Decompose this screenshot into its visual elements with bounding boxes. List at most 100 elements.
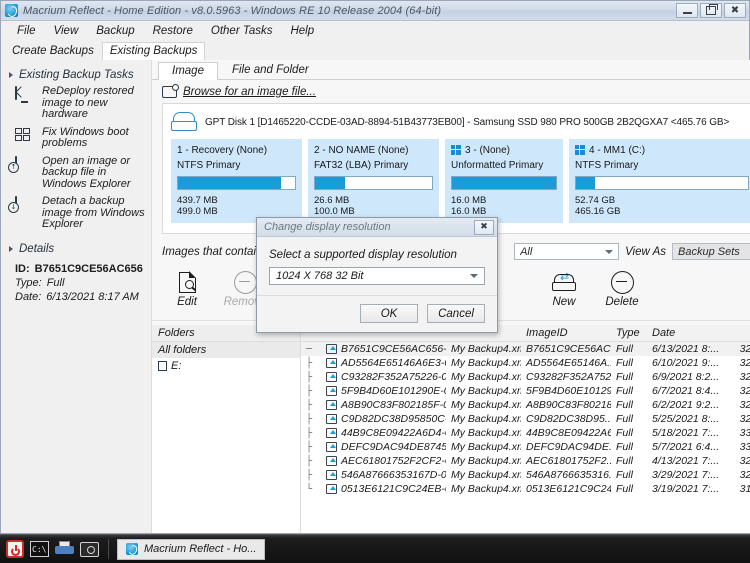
menu-help[interactable]: Help (281, 23, 323, 39)
chevron-right-icon (9, 72, 13, 78)
cell-name: ├AD5564E65146A6E3-00-... (306, 357, 446, 369)
backup-file-icon (326, 400, 337, 410)
dialog-footer: OK Cancel (257, 295, 497, 332)
camera-icon[interactable] (79, 539, 100, 560)
edit-button[interactable]: Edit (160, 268, 214, 308)
sidebar-item-mount-image[interactable]: ↑ Open an image or backup file in Window… (1, 153, 151, 194)
backup-file-icon (326, 358, 337, 368)
browse-for-image-row[interactable]: Browse for an image file... (152, 80, 750, 103)
folder-row-e-drive[interactable]: E: (152, 358, 300, 374)
view-as-dropdown[interactable]: Backup Sets (672, 243, 750, 260)
table-row[interactable]: ├A8B90C83F802185F-00-... My Backup4.xml … (301, 398, 750, 412)
cell-imageid: 5F9B4D60E10129... (526, 385, 611, 397)
desktop-background: Macrium Reflect - Home Edition - v8.0.59… (0, 0, 750, 563)
cell-date: 6/2/2021 9:2... (652, 399, 720, 411)
cell-size: 32.80 GB (739, 371, 750, 383)
dialog-instruction-label: Select a supported display resolution (269, 249, 457, 261)
table-row[interactable]: ├C93282F352A75226-00-... My Backup4.xml … (301, 370, 750, 384)
table-row[interactable]: ├AD5564E65146A6E3-00-... My Backup4.xml … (301, 356, 750, 370)
partition-1-used: 439.7 MB (177, 195, 218, 206)
table-row[interactable]: └0513E6121C9C24EB-00-... My Backup4.xml … (301, 482, 750, 496)
sidebar-item-detach-image[interactable]: ↓ Detach a backup image from Windows Exp… (1, 193, 151, 234)
chevron-down-icon (470, 274, 478, 278)
disk-panel[interactable]: GPT Disk 1 [D1465220-CCDE-03AD-8894-51B4… (162, 103, 750, 234)
tab-image[interactable]: Image (158, 62, 218, 80)
taskbar: C:\ Macrium Reflect - Ho... (0, 534, 750, 563)
backup-file-icon (326, 428, 337, 438)
partition-2[interactable]: 2 - NO NAME (None) FAT32 (LBA) Primary 2… (308, 139, 439, 223)
sidebar-section-tasks-header[interactable]: Existing Backup Tasks (1, 67, 151, 83)
tab-create-backups[interactable]: Create Backups (4, 42, 102, 60)
col-type[interactable]: Type (611, 325, 647, 342)
partition-2-name: 2 - NO NAME (None) (314, 144, 409, 156)
browse-folder-icon (162, 84, 179, 98)
cell-name: ├AEC61801752F2CF2-00-... (306, 455, 446, 467)
partition-3-total: 16.0 MB (451, 206, 487, 217)
menu-backup[interactable]: Backup (87, 23, 143, 39)
table-row[interactable]: ├DEFC9DAC94DE8745-0... My Backup4.xml DE… (301, 440, 750, 454)
partition-list: 1 - Recovery (None) NTFS Primary 439.7 M… (171, 139, 750, 223)
table-row[interactable]: ├44B9C8E09422A6D4-00... My Backup4.xml 4… (301, 426, 750, 440)
command-prompt-icon[interactable]: C:\ (29, 539, 50, 560)
folder-row-all-folders[interactable]: All folders (152, 342, 300, 358)
file-list-pane[interactable]: ImageID Type Date Size ─B7651C9CE56AC656… (301, 325, 750, 533)
cell-type: Full (616, 469, 633, 481)
dialog-title: Change display resolution (264, 221, 391, 233)
menu-other-tasks[interactable]: Other Tasks (202, 23, 282, 39)
browse-for-image-link[interactable]: Browse for an image file... (183, 86, 316, 98)
table-row[interactable]: ├C9D82DC38D95850C-0... My Backup4.xml C9… (301, 412, 750, 426)
new-button[interactable]: ⇄ New (537, 268, 591, 308)
sidebar-section-details-header[interactable]: Details (1, 241, 151, 257)
checkbox-icon[interactable] (158, 361, 167, 371)
ok-button[interactable]: OK (360, 304, 418, 323)
dialog-close-button[interactable]: ✖ (474, 219, 494, 235)
cell-date: 3/29/2021 7:... (652, 469, 720, 481)
tab-file-and-folder[interactable]: File and Folder (218, 61, 323, 79)
taskbar-app-macrium[interactable]: Macrium Reflect - Ho... (117, 538, 266, 560)
partition-3-name: 3 - (None) (465, 144, 511, 156)
partition-1-sizes: 439.7 MB 499.0 MB (177, 195, 296, 217)
menubar: File View Backup Restore Other Tasks Hel… (1, 21, 749, 40)
resolution-dropdown-value: 1024 X 768 32 Bit (276, 270, 364, 282)
menu-view[interactable]: View (45, 23, 88, 39)
tab-existing-backups[interactable]: Existing Backups (101, 42, 206, 60)
folder-row-e-drive-label: E: (171, 360, 182, 372)
resolution-dropdown[interactable]: 1024 X 768 32 Bit (269, 267, 485, 285)
filter-dropdown[interactable]: All (514, 243, 620, 260)
partition-3[interactable]: 3 - (None) Unformatted Primary 16.0 MB 1… (445, 139, 563, 223)
redeploy-monitor-icon (15, 86, 35, 105)
close-button[interactable]: ✖ (724, 3, 746, 18)
table-row[interactable]: ─B7651C9CE56AC656-00-... My Backup4.xml … (301, 341, 750, 356)
windows-boot-fix-icon (15, 127, 35, 146)
primary-tabs: Create Backups Existing Backups (1, 40, 749, 61)
delete-button[interactable]: Delete (595, 268, 649, 308)
table-row[interactable]: ├546A87666353167D-00-... My Backup4.xml … (301, 468, 750, 482)
menu-restore[interactable]: Restore (144, 23, 202, 39)
minimize-button[interactable] (676, 3, 698, 18)
table-row[interactable]: ├5F9B4D60E101290E-00-... My Backup4.xml … (301, 384, 750, 398)
backup-file-icon (326, 386, 337, 396)
col-imageid[interactable]: ImageID (521, 325, 611, 342)
partition-4[interactable]: 4 - MM1 (C:) NTFS Primary 52.74 GB 465.1… (569, 139, 750, 223)
cell-xml: My Backup4.xml (451, 427, 521, 439)
cell-date: 6/9/2021 8:2... (652, 371, 720, 383)
col-size[interactable]: Size (727, 325, 750, 342)
window-controls: ✖ (676, 3, 746, 18)
cancel-button[interactable]: Cancel (427, 304, 485, 323)
power-icon[interactable] (4, 539, 25, 560)
cell-size: 32.31 GB (727, 341, 750, 356)
col-date[interactable]: Date (647, 325, 727, 342)
sidebar-item-redeploy[interactable]: ReDeploy restored image to new hardware (1, 83, 151, 124)
cell-name: ├A8B90C83F802185F-00-... (306, 399, 446, 411)
printer-icon[interactable] (54, 539, 75, 560)
macrium-icon (126, 543, 138, 555)
table-row[interactable]: ├AEC61801752F2CF2-00-... My Backup4.xml … (301, 454, 750, 468)
change-resolution-dialog: Change display resolution ✖ Select a sup… (256, 217, 498, 333)
partition-1[interactable]: 1 - Recovery (None) NTFS Primary 439.7 M… (171, 139, 302, 223)
restore-button[interactable] (700, 3, 722, 18)
sidebar-section-details-title: Details (19, 242, 55, 255)
cell-size: 32.44 GB (739, 469, 750, 481)
sidebar-item-fix-boot[interactable]: Fix Windows boot problems (1, 124, 151, 153)
menu-file[interactable]: File (8, 23, 45, 39)
partition-3-used: 16.0 MB (451, 195, 487, 206)
